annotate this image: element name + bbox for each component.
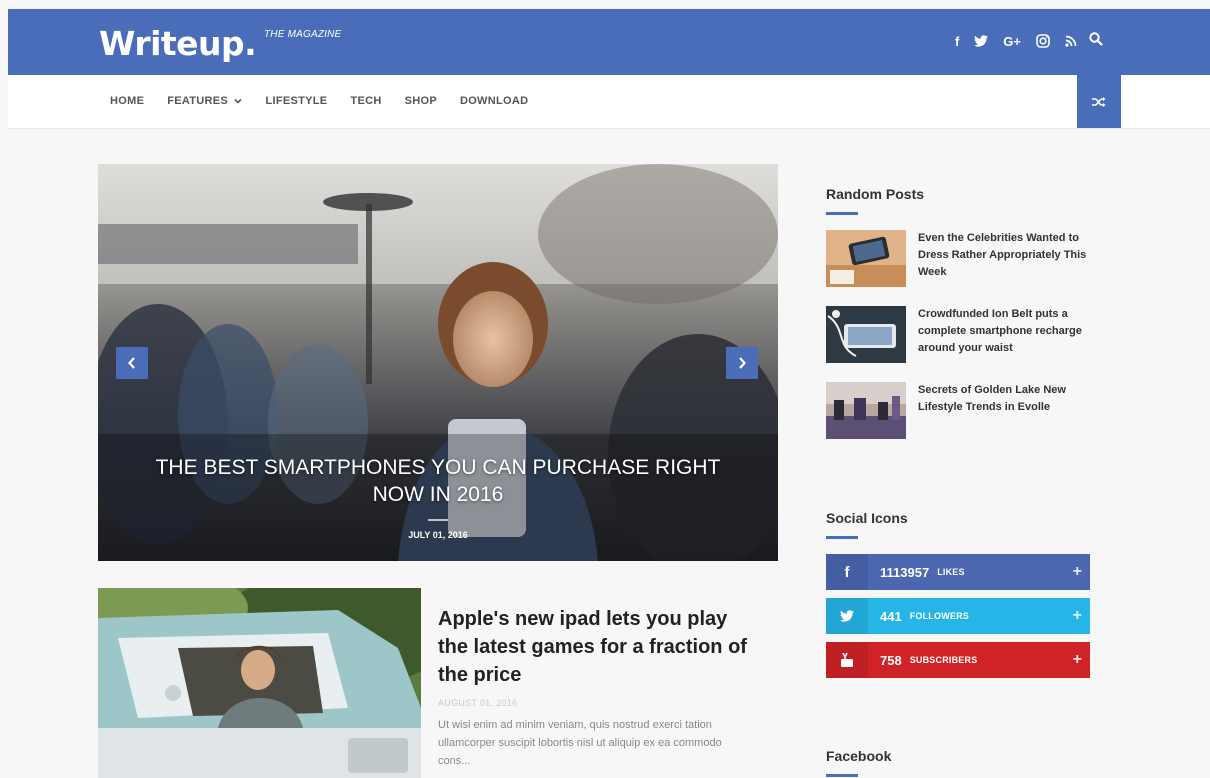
- nav-item-download[interactable]: DOWNLOAD: [460, 95, 528, 107]
- site-logo[interactable]: Writeup.: [99, 24, 257, 63]
- shuffle-button[interactable]: [1077, 75, 1121, 128]
- nav-item-tech[interactable]: TECH: [350, 95, 381, 107]
- random-post-title[interactable]: Even the Celebrities Wanted to Dress Rat…: [918, 230, 1096, 281]
- random-posts-title: Random Posts: [826, 186, 925, 202]
- shuffle-icon: [1092, 96, 1106, 107]
- random-post-item[interactable]: Secrets of Golden Lake New Lifestyle Tre…: [826, 382, 1096, 440]
- google-plus-icon[interactable]: G+: [1003, 32, 1021, 50]
- post-date: AUGUST 01, 2016: [438, 698, 518, 708]
- slider-prev-button[interactable]: [116, 347, 148, 379]
- search-icon[interactable]: [1088, 31, 1106, 49]
- nav-item-shop[interactable]: SHOP: [405, 95, 437, 107]
- nav-item-features-label: FEATURES: [167, 95, 229, 107]
- plus-icon: +: [1072, 563, 1082, 580]
- plus-icon: +: [1072, 651, 1082, 668]
- twitter-icon[interactable]: [974, 32, 989, 50]
- chevron-right-icon: [739, 357, 746, 369]
- site-tagline: THE MAGAZINE: [264, 29, 342, 40]
- twitter-count: 441: [880, 608, 902, 624]
- youtube-count: 758: [880, 652, 902, 668]
- random-post-item[interactable]: Even the Celebrities Wanted to Dress Rat…: [826, 230, 1096, 288]
- random-post-thumbnail[interactable]: [826, 230, 906, 287]
- chevron-down-icon: [234, 99, 243, 104]
- main-nav: HOME FEATURES LIFESTYLE TECH SHOP DOWNLO…: [110, 95, 528, 107]
- nav-item-lifestyle[interactable]: LIFESTYLE: [265, 95, 327, 107]
- post-excerpt: Ut wisi enim ad minim veniam, quis nostr…: [438, 719, 722, 767]
- rss-icon[interactable]: [1065, 32, 1077, 50]
- twitter-followers-button[interactable]: 441 FOLLOWERS +: [826, 598, 1090, 634]
- facebook-icon[interactable]: f: [955, 32, 959, 50]
- twitter-label: FOLLOWERS: [909, 611, 969, 621]
- facebook-widget-underline: [826, 774, 858, 777]
- instagram-icon[interactable]: [1036, 32, 1050, 50]
- social-icons-title: Social Icons: [826, 510, 908, 526]
- random-post-thumbnail[interactable]: [826, 382, 906, 439]
- page: Writeup. THE MAGAZINE f G+ HOME FEATURES…: [0, 0, 1210, 778]
- post-title[interactable]: Apple's new ipad lets you play the lates…: [438, 605, 758, 689]
- hero-title[interactable]: THE BEST SMARTPHONES YOU CAN PURCHASE RI…: [138, 454, 738, 508]
- social-icons-underline: [826, 536, 858, 539]
- youtube-label: SUBSCRIBERS: [909, 655, 978, 665]
- youtube-icon: [826, 642, 868, 678]
- slider-next-button[interactable]: [726, 347, 758, 379]
- featured-slider[interactable]: THE BEST SMARTPHONES YOU CAN PURCHASE RI…: [98, 164, 778, 561]
- facebook-count: 1113957: [880, 564, 930, 580]
- random-post-thumbnail[interactable]: [826, 306, 906, 363]
- facebook-likes-button[interactable]: f 1113957 LIKES +: [826, 554, 1090, 590]
- plus-icon: +: [1072, 607, 1082, 624]
- random-post-item[interactable]: Crowdfunded Ion Belt puts a complete sma…: [826, 306, 1096, 364]
- hero-date: JULY 01, 2016: [408, 530, 468, 540]
- random-post-title[interactable]: Secrets of Golden Lake New Lifestyle Tre…: [918, 382, 1096, 416]
- random-post-title[interactable]: Crowdfunded Ion Belt puts a complete sma…: [918, 306, 1096, 357]
- facebook-widget-title: Facebook: [826, 748, 892, 764]
- main-nav-bar: HOME FEATURES LIFESTYLE TECH SHOP DOWNLO…: [8, 75, 1210, 129]
- header-bar: Writeup. THE MAGAZINE f G+: [8, 9, 1210, 75]
- post-thumbnail[interactable]: [98, 588, 421, 778]
- facebook-label: LIKES: [937, 567, 965, 577]
- chevron-left-icon: [128, 357, 135, 369]
- facebook-icon: f: [826, 554, 868, 590]
- header-social-links: f G+: [955, 32, 1077, 50]
- hero-divider: [428, 519, 448, 521]
- nav-item-home[interactable]: HOME: [110, 95, 144, 107]
- twitter-icon: [826, 598, 868, 634]
- youtube-subscribers-button[interactable]: 758 SUBSCRIBERS +: [826, 642, 1090, 678]
- nav-item-features[interactable]: FEATURES: [167, 95, 243, 107]
- random-posts-underline: [826, 212, 858, 215]
